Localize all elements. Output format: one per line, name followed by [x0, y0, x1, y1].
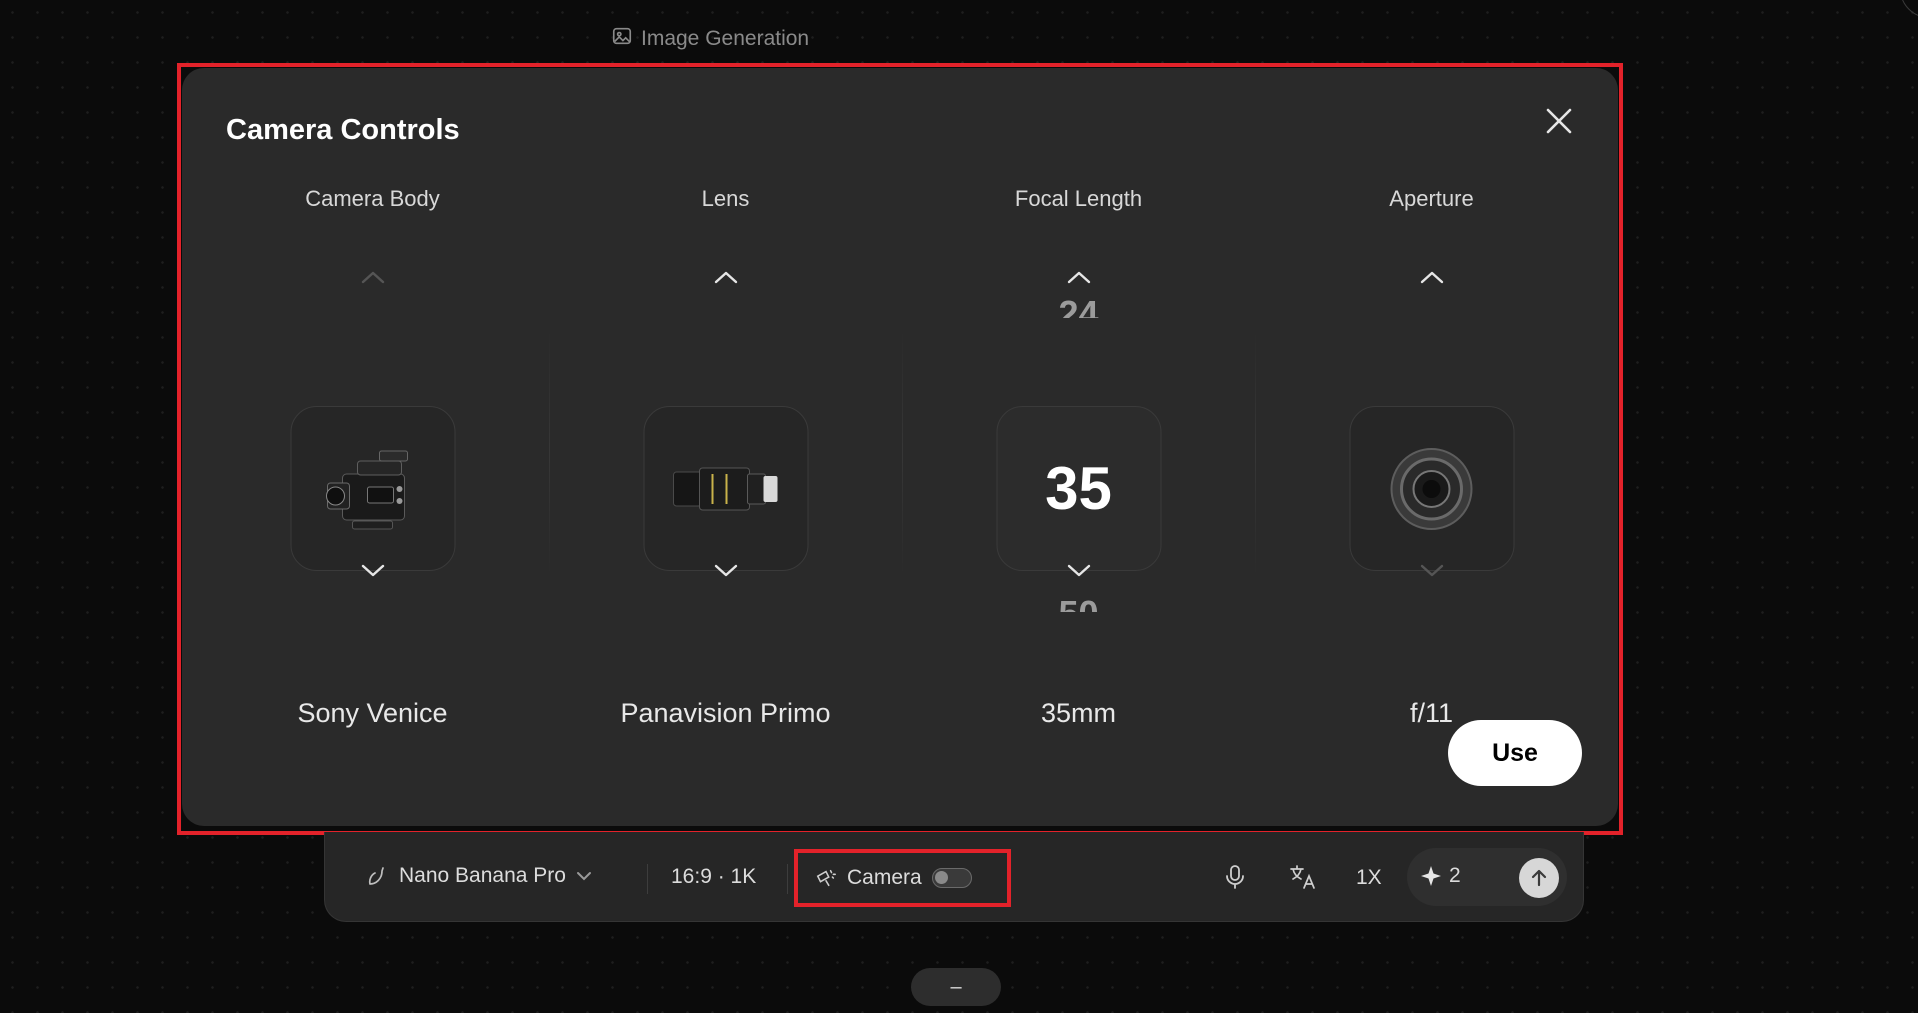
chevron-up-icon — [1420, 271, 1443, 284]
lens-value: Panavision Primo — [620, 698, 831, 728]
collapse-label: – — [950, 975, 962, 998]
image-generation-text: Image Generation — [641, 27, 810, 50]
camera-body-column: Camera Body Sony Venice — [196, 186, 549, 746]
credits-count: 2 — [1449, 864, 1461, 887]
banana-icon — [368, 867, 384, 885]
collapse-button[interactable]: – — [911, 968, 1001, 1006]
camera-toggle-button[interactable]: Camera — [815, 866, 972, 890]
use-button[interactable]: Use — [1448, 720, 1582, 786]
translate-button[interactable] — [1289, 864, 1317, 890]
modal-title: Camera Controls — [226, 114, 460, 146]
credits-display: 2 — [1419, 864, 1461, 888]
chevron-up-icon — [714, 271, 737, 284]
camera-body-label: Camera Body — [305, 186, 440, 211]
aperture-tile[interactable] — [1349, 406, 1514, 571]
aperture-up-button[interactable] — [1412, 262, 1452, 292]
aperture-column: Aperture f/11 — [1255, 186, 1608, 746]
focal-length-next: 50 — [1058, 592, 1098, 612]
aperture-image — [1390, 447, 1473, 530]
camera-body-value: Sony Venice — [297, 698, 448, 728]
focal-length-down-button[interactable] — [1059, 556, 1099, 586]
aspect-ratio-value: 16:9 · 1K — [671, 865, 757, 888]
lens-image — [673, 467, 778, 510]
focal-length-tile[interactable]: 35 — [996, 406, 1161, 571]
lens-tile[interactable] — [643, 406, 808, 571]
lens-down-button[interactable] — [706, 556, 746, 586]
focal-length-prev: 24 — [1058, 296, 1099, 318]
aperture-label: Aperture — [1389, 186, 1474, 211]
corner-avatar-ring[interactable] — [1900, 0, 1918, 18]
chevron-up-icon — [361, 271, 384, 284]
focal-length-current: 35 — [1045, 455, 1112, 522]
model-selector[interactable]: Nano Banana Pro — [365, 864, 592, 888]
lens-up-button[interactable] — [706, 262, 746, 292]
lens-label: Lens — [701, 186, 750, 211]
arrow-up-icon — [1531, 869, 1547, 887]
chevron-up-icon — [1067, 271, 1090, 284]
sparkle-icon — [1421, 866, 1441, 886]
focal-length-value: 35mm — [1040, 698, 1116, 728]
camera-body-tile[interactable] — [290, 406, 455, 571]
microphone-button[interactable] — [1223, 864, 1247, 890]
camera-body-down-button[interactable] — [353, 556, 393, 586]
send-button[interactable] — [1519, 858, 1559, 898]
focal-length-column: Focal Length 24 35 50 35mm — [902, 186, 1255, 746]
image-generation-label: Image Generation — [611, 26, 809, 52]
focal-length-label: Focal Length — [1014, 186, 1143, 211]
model-name: Nano Banana Pro — [399, 864, 566, 887]
chevron-down-icon — [576, 872, 591, 881]
close-button[interactable] — [1536, 98, 1582, 144]
camera-body-up-button[interactable] — [353, 262, 393, 292]
camera-label: Camera — [847, 866, 922, 889]
translate-icon — [1290, 865, 1315, 889]
microphone-icon — [1226, 865, 1244, 889]
toolbar-separator — [647, 864, 648, 894]
multiplier-button[interactable]: 1X — [1356, 866, 1382, 890]
chevron-down-icon — [1420, 564, 1443, 577]
cinema-camera-image — [326, 450, 408, 529]
multiplier-value: 1X — [1356, 866, 1382, 889]
lens-column: Lens Panavision Primo — [549, 186, 902, 746]
camera-controls-modal: Camera Controls Camera Body Sony Venice … — [182, 68, 1618, 826]
camera-sparkle-icon — [816, 869, 836, 887]
camera-toggle-switch[interactable] — [931, 868, 972, 888]
chevron-down-icon — [714, 564, 737, 577]
image-sparkle-icon — [611, 25, 633, 53]
focal-length-up-button[interactable] — [1059, 262, 1099, 292]
prompt-toolbar: Nano Banana Pro 16:9 · 1K Camera 1X 2 — [324, 832, 1584, 922]
generate-pill: 2 — [1407, 848, 1567, 906]
chevron-down-icon — [1067, 564, 1090, 577]
close-icon — [1546, 108, 1572, 134]
chevron-down-icon — [361, 564, 384, 577]
aspect-ratio-selector[interactable]: 16:9 · 1K — [671, 865, 756, 889]
toolbar-separator — [787, 864, 788, 894]
aperture-down-button[interactable] — [1412, 556, 1452, 586]
